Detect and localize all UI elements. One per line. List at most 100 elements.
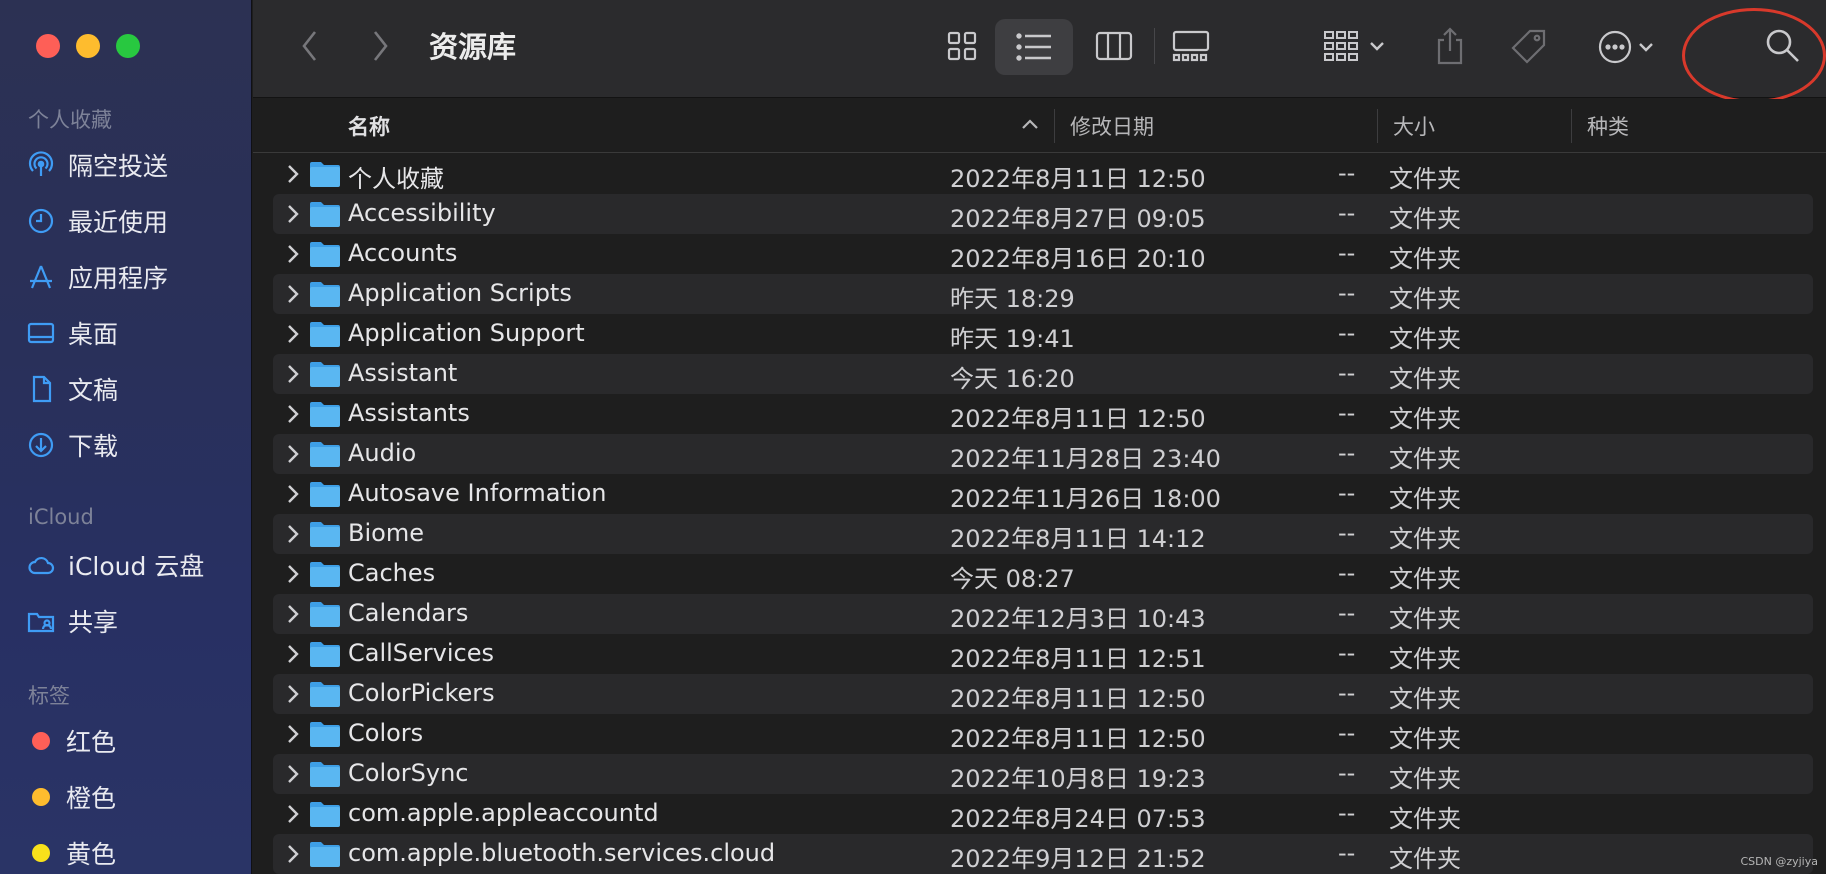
disclosure-chevron-icon[interactable] xyxy=(283,762,303,786)
disclosure-chevron-icon[interactable] xyxy=(283,242,303,266)
disclosure-chevron-icon[interactable] xyxy=(283,162,303,186)
folder-icon xyxy=(309,240,341,268)
file-row[interactable]: com.apple.bluetooth.services.cloud 2022年9… xyxy=(273,834,1813,874)
sidebar-tag-red[interactable]: 红色 xyxy=(24,719,244,763)
disclosure-chevron-icon[interactable] xyxy=(283,522,303,546)
tag-icon xyxy=(1511,29,1546,64)
column-separator[interactable] xyxy=(1571,109,1572,143)
group-button[interactable] xyxy=(1315,22,1393,70)
column-header-name[interactable]: 名称 xyxy=(348,111,390,141)
close-window-button[interactable] xyxy=(36,34,60,58)
more-actions-button[interactable] xyxy=(1589,22,1663,72)
file-kind: 文件夹 xyxy=(1389,845,1461,873)
folder-icon xyxy=(309,400,341,428)
file-list: 个人收藏 2022年8月11日 12:50 -- 文件夹 Accessibility 20… xyxy=(253,154,1826,874)
disclosure-chevron-icon[interactable] xyxy=(283,482,303,506)
disclosure-chevron-icon[interactable] xyxy=(283,322,303,346)
file-row[interactable]: ColorSync 2022年10月8日 19:23 -- 文件夹 xyxy=(273,754,1813,794)
file-size: -- xyxy=(1338,759,1356,787)
file-kind: 文件夹 xyxy=(1389,325,1461,353)
file-size: -- xyxy=(1338,359,1356,387)
file-size: -- xyxy=(1338,839,1356,867)
list-view-button[interactable] xyxy=(995,19,1073,75)
file-row[interactable]: Colors 2022年8月11日 12:50 -- 文件夹 xyxy=(273,714,1813,754)
file-row[interactable]: ColorPickers 2022年8月11日 12:50 -- 文件夹 xyxy=(273,674,1813,714)
disclosure-chevron-icon[interactable] xyxy=(283,282,303,306)
disclosure-chevron-icon[interactable] xyxy=(283,402,303,426)
file-name: Autosave Information xyxy=(348,479,607,507)
file-size: -- xyxy=(1338,559,1356,587)
column-header-kind[interactable]: 种类 xyxy=(1587,111,1629,141)
disclosure-chevron-icon[interactable] xyxy=(283,642,303,666)
sidebar-item-recents[interactable]: 最近使用 xyxy=(24,199,244,243)
gallery-view-button[interactable] xyxy=(1161,24,1221,68)
tag-button[interactable] xyxy=(1503,22,1553,72)
disclosure-chevron-icon[interactable] xyxy=(283,362,303,386)
disclosure-chevron-icon[interactable] xyxy=(283,842,303,866)
sidebar-tag-yellow[interactable]: 黄色 xyxy=(24,831,244,874)
file-modified: 2022年8月11日 12:50 xyxy=(950,405,1206,433)
minimize-window-button[interactable] xyxy=(76,34,100,58)
file-row[interactable]: Assistants 2022年8月11日 12:50 -- 文件夹 xyxy=(273,394,1813,434)
folder-icon xyxy=(309,560,341,588)
sidebar-item-shared[interactable]: 共享 xyxy=(24,599,244,643)
sidebar-item-documents[interactable]: 文稿 xyxy=(24,367,244,411)
sidebar-item-icloud-drive[interactable]: iCloud 云盘 xyxy=(24,543,244,587)
zoom-window-button[interactable] xyxy=(116,34,140,58)
watermark: CSDN @zyjiya xyxy=(1740,855,1818,868)
folder-icon xyxy=(309,840,341,868)
disclosure-chevron-icon[interactable] xyxy=(283,802,303,826)
file-modified: 2022年8月11日 12:50 xyxy=(950,725,1206,753)
file-kind: 文件夹 xyxy=(1389,285,1461,313)
column-header-size[interactable]: 大小 xyxy=(1393,111,1435,141)
forward-button[interactable] xyxy=(363,26,397,66)
disclosure-chevron-icon[interactable] xyxy=(283,202,303,226)
sidebar-tag-orange[interactable]: 橙色 xyxy=(24,775,244,819)
disclosure-chevron-icon[interactable] xyxy=(283,442,303,466)
sidebar-section-tags: 标签 xyxy=(28,684,70,708)
sidebar-item-desktop[interactable]: 桌面 xyxy=(24,311,244,355)
sidebar-item-downloads[interactable]: 下载 xyxy=(24,423,244,467)
file-row[interactable]: Caches 今天 08:27 -- 文件夹 xyxy=(273,554,1813,594)
sidebar-item-airdrop[interactable]: 隔空投送 xyxy=(24,143,244,187)
column-separator[interactable] xyxy=(1377,109,1378,143)
search-button[interactable] xyxy=(1757,22,1809,70)
sidebar-item-applications[interactable]: 应用程序 xyxy=(24,255,244,299)
column-header: 名称 修改日期 大小 种类 xyxy=(253,99,1826,153)
file-row[interactable]: com.apple.appleaccountd 2022年8月24日 07:53 -… xyxy=(273,794,1813,834)
shared-folder-icon xyxy=(24,604,58,638)
file-row[interactable]: 个人收藏 2022年8月11日 12:50 -- 文件夹 xyxy=(273,154,1813,194)
file-row[interactable]: Audio 2022年11月28日 23:40 -- 文件夹 xyxy=(273,434,1813,474)
disclosure-chevron-icon[interactable] xyxy=(283,562,303,586)
back-button[interactable] xyxy=(293,26,327,66)
file-modified: 2022年12月3日 10:43 xyxy=(950,605,1206,633)
clock-icon xyxy=(24,204,58,238)
file-kind: 文件夹 xyxy=(1389,365,1461,393)
column-header-modified[interactable]: 修改日期 xyxy=(1070,111,1154,141)
share-button[interactable] xyxy=(1427,20,1473,72)
file-size: -- xyxy=(1338,319,1356,347)
chevron-down-icon xyxy=(1639,43,1653,52)
file-kind: 文件夹 xyxy=(1389,245,1461,273)
column-separator[interactable] xyxy=(1054,109,1055,143)
file-row[interactable]: Biome 2022年8月11日 14:12 -- 文件夹 xyxy=(273,514,1813,554)
folder-icon xyxy=(309,720,341,748)
file-row[interactable]: Calendars 2022年12月3日 10:43 -- 文件夹 xyxy=(273,594,1813,634)
file-row[interactable]: Application Scripts 昨天 18:29 -- 文件夹 xyxy=(273,274,1813,314)
file-row[interactable]: Application Support 昨天 19:41 -- 文件夹 xyxy=(273,314,1813,354)
disclosure-chevron-icon[interactable] xyxy=(283,682,303,706)
file-row[interactable]: Autosave Information 2022年11月26日 18:00 -- 文… xyxy=(273,474,1813,514)
disclosure-chevron-icon[interactable] xyxy=(283,722,303,746)
airdrop-icon xyxy=(24,148,58,182)
file-row[interactable]: Accounts 2022年8月16日 20:10 -- 文件夹 xyxy=(273,234,1813,274)
file-row[interactable]: CallServices 2022年8月11日 12:51 -- 文件夹 xyxy=(273,634,1813,674)
file-modified: 2022年8月24日 07:53 xyxy=(950,805,1206,833)
file-kind: 文件夹 xyxy=(1389,485,1461,513)
sidebar-section-icloud: iCloud xyxy=(28,505,94,529)
column-view-button[interactable] xyxy=(1085,24,1143,68)
folder-icon xyxy=(309,760,341,788)
file-row[interactable]: Accessibility 2022年8月27日 09:05 -- 文件夹 xyxy=(273,194,1813,234)
icon-view-button[interactable] xyxy=(935,24,989,68)
file-row[interactable]: Assistant 今天 16:20 -- 文件夹 xyxy=(273,354,1813,394)
disclosure-chevron-icon[interactable] xyxy=(283,602,303,626)
